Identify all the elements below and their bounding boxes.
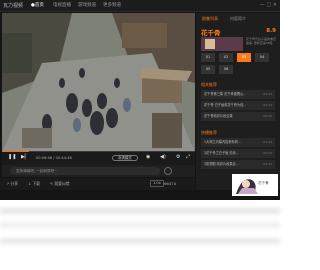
show-rating: 8.9 — [266, 28, 276, 34]
show-description: 花千骨与白子画的虐恋故事, 更新至第58集 — [246, 37, 277, 45]
fullscreen-icon[interactable]: ⤢ — [186, 154, 190, 160]
list-item-meta: 01:34 — [263, 140, 272, 144]
list-item-meta: 02:34 — [263, 92, 272, 96]
send-comment-button[interactable] — [164, 167, 172, 175]
list-item-title: 花千骨精彩片段合集 — [204, 114, 233, 118]
episode-button-current[interactable]: 03 — [237, 53, 251, 62]
tab-synopsis[interactable]: 内容简介 — [230, 16, 246, 22]
episode-button[interactable]: 06 — [219, 65, 233, 74]
episode-button[interactable]: 02 — [219, 53, 233, 62]
video-frame[interactable] — [2, 13, 195, 152]
list-item[interactable]: 花千骨精彩片段合集 05:40 — [201, 112, 275, 121]
report-button[interactable]: ✎ 我要纠错 — [50, 181, 70, 187]
comment-input[interactable]: 发条弹幕吧, 一起刷屏吧~ — [10, 167, 160, 175]
list-item-title: 2花千骨之白子画 情深... — [204, 151, 239, 155]
list-item-title: 花千骨 白子画收花千骨为徒... — [204, 103, 247, 107]
popular-section-title: 热播推荐 — [201, 130, 217, 135]
list-item[interactable]: 花千骨 白子画收花千骨为徒... 03:12 — [201, 101, 275, 110]
top-bar: 瓦力视频 ●首页 电视直播 游戏频道 更多频道 — □ ✕ — [0, 0, 280, 12]
blurred-row — [0, 238, 280, 244]
share-label: 分享 — [10, 181, 18, 186]
download-button[interactable]: ↓ 下载 — [28, 181, 40, 187]
quality-button[interactable]: 标清模式 — [112, 155, 138, 161]
list-item[interactable]: 1大神之内幕内容看你看... 01:34 — [201, 138, 275, 147]
share-button[interactable]: ↗ 分享 — [6, 181, 18, 187]
episode-button[interactable]: 05 — [201, 65, 215, 74]
speed-button[interactable]: 1.0x — [150, 180, 164, 187]
tab-games[interactable]: 游戏频道 — [78, 2, 96, 8]
window-controls[interactable]: — □ ✕ — [260, 2, 277, 8]
action-bar: ↗ 分享 ↓ 下载 ✎ 我要纠错 1.0x 66474 — [0, 178, 195, 190]
settings-icon[interactable]: ⚙ — [176, 154, 180, 160]
list-item-title: 3影视剧 精彩片段集合... — [204, 162, 239, 166]
tab-tv-live[interactable]: 电视直播 — [53, 2, 71, 8]
list-item[interactable]: 花千骨第三集 花千骨被蜀山... 02:34 — [201, 90, 275, 99]
pause-icon[interactable]: ❚❚ — [8, 154, 16, 160]
list-item-meta: 04:10 — [263, 162, 272, 166]
tab-episode-list[interactable]: 剧集列表 — [202, 16, 218, 22]
view-count: 66474 — [164, 181, 177, 186]
mascot-label: 花千骨 — [258, 181, 269, 185]
list-item-meta: 02:20 — [263, 151, 272, 155]
show-poster — [201, 37, 243, 51]
report-label: 我要纠错 — [54, 181, 70, 186]
list-item[interactable]: 2花千骨之白子画 情深... 02:20 — [201, 149, 275, 158]
page-below-blurred — [0, 200, 280, 270]
blurred-row — [0, 222, 280, 228]
volume-icon[interactable]: ◀) — [160, 154, 166, 160]
mascot-image — [232, 174, 278, 196]
player-controls: ❚❚ ▶▏ 00:06:06 / 00:44:46 标清模式 ◉ ◀) ⚙ ⤢ — [2, 152, 195, 165]
danmaku-icon[interactable]: ◉ — [146, 154, 150, 160]
next-icon[interactable]: ▶▏ — [21, 154, 29, 160]
list-item-title: 花千骨第三集 花千骨被蜀山... — [204, 92, 247, 96]
tab-home[interactable]: ●首页 — [31, 2, 44, 8]
blurred-row — [0, 208, 280, 214]
video-scene-image — [2, 13, 195, 152]
video-player-app: 瓦力视频 ●首页 电视直播 游戏频道 更多频道 — □ ✕ ❚❚ ▶▏ 00:0… — [0, 0, 280, 200]
side-panel: 剧集列表 内容简介 花千骨 8.9 花千骨与白子画的虐恋故事, 更新至第58集 … — [196, 13, 280, 190]
episode-button[interactable]: 04 — [255, 53, 269, 62]
list-item[interactable]: 3影视剧 精彩片段集合... 04:10 — [201, 160, 275, 169]
list-item-meta: 05:40 — [263, 114, 272, 118]
time-display: 00:06:06 / 00:44:46 — [36, 156, 72, 160]
related-section-title: 相关推荐 — [201, 82, 217, 87]
show-title: 花千骨 — [201, 29, 221, 37]
app-logo: 瓦力视频 — [3, 3, 24, 9]
comment-bar: 发条弹幕吧, 一起刷屏吧~ — [2, 165, 195, 177]
episode-button[interactable]: 01 — [201, 53, 215, 62]
list-item-meta: 03:12 — [263, 103, 272, 107]
list-item-title: 1大神之内幕内容看你看... — [204, 140, 241, 144]
tab-more[interactable]: 更多频道 — [103, 2, 121, 8]
download-label: 下载 — [32, 181, 40, 186]
